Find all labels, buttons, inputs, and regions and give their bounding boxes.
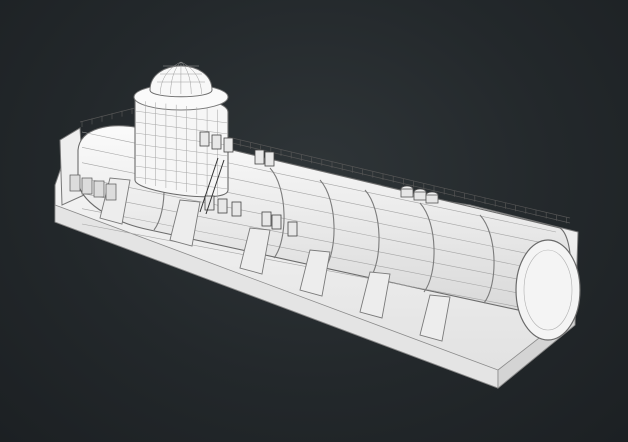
equipment-box [271, 214, 282, 230]
equipment-box [254, 149, 265, 165]
equipment-box [264, 151, 275, 167]
equipment-box [231, 201, 242, 217]
equipment-box [199, 131, 210, 147]
equipment-box [211, 134, 222, 150]
front-end-dome [515, 239, 581, 341]
wireframe-model-render [54, 61, 581, 389]
side-panel [93, 180, 105, 198]
equipment-box [261, 211, 272, 227]
equipment-box [223, 137, 234, 153]
render-viewport [0, 0, 628, 442]
equipment-box [217, 198, 228, 214]
equipment-box [287, 221, 298, 237]
side-panel [69, 174, 81, 192]
tower-dome [149, 61, 213, 98]
rail-line [79, 107, 136, 123]
side-panel [81, 177, 93, 195]
side-panel [105, 183, 117, 201]
